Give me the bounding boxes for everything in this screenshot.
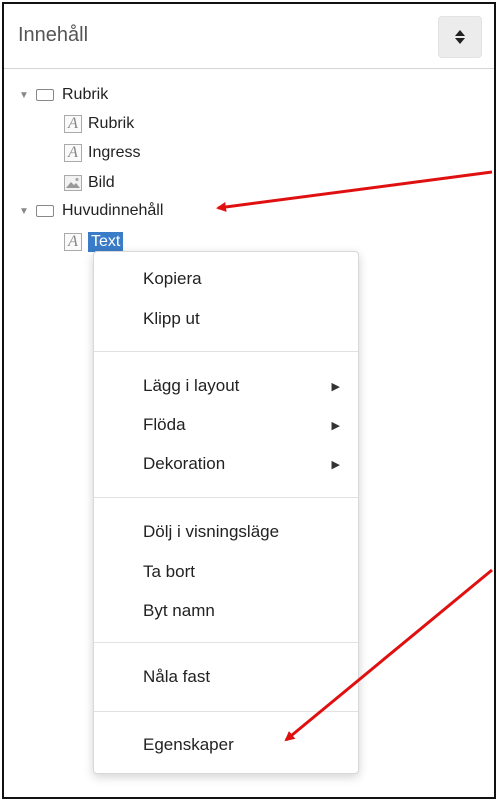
tree-node-label-selected: Text bbox=[88, 232, 124, 252]
image-icon bbox=[64, 175, 82, 191]
tree-node-label: Rubrik bbox=[88, 115, 135, 132]
menu-item-ta-bort[interactable]: Ta bort bbox=[143, 560, 340, 584]
menu-divider bbox=[94, 497, 358, 498]
menu-divider bbox=[94, 351, 358, 352]
menu-divider bbox=[94, 711, 358, 712]
tree-node-ingress-item[interactable]: A Ingress bbox=[64, 140, 140, 166]
menu-item-label: Egenskaper bbox=[143, 735, 234, 754]
context-menu: Kopiera Klipp ut Lägg i layout ▶ Flöda ▶… bbox=[93, 251, 359, 774]
panel-header: Innehåll bbox=[4, 4, 494, 69]
sort-icon bbox=[455, 30, 465, 44]
menu-item-dolj[interactable]: Dölj i visningsläge bbox=[143, 520, 340, 544]
text-element-icon: A bbox=[64, 233, 82, 251]
container-icon bbox=[36, 205, 54, 217]
menu-item-label: Ta bort bbox=[143, 562, 195, 581]
menu-item-label: Lägg i layout bbox=[143, 376, 240, 395]
menu-item-label: Flöda bbox=[143, 415, 186, 434]
menu-item-label: Byt namn bbox=[143, 601, 215, 620]
sort-button[interactable] bbox=[438, 16, 482, 58]
menu-item-egenskaper[interactable]: Egenskaper bbox=[143, 733, 340, 757]
text-element-icon: A bbox=[64, 115, 82, 133]
submenu-arrow-icon: ▶ bbox=[331, 380, 340, 393]
tree-node-label: Bild bbox=[88, 174, 115, 191]
menu-item-label: Dölj i visningsläge bbox=[143, 522, 280, 541]
menu-item-nala-fast[interactable]: Nåla fast bbox=[143, 665, 340, 689]
menu-item-label: Dekoration bbox=[143, 454, 226, 473]
tree-node-huvudinnehall-group[interactable]: ▼ Huvudinnehåll bbox=[18, 198, 163, 224]
menu-item-kopiera[interactable]: Kopiera bbox=[143, 267, 340, 291]
menu-item-floda[interactable]: Flöda ▶ bbox=[143, 413, 340, 437]
container-icon bbox=[36, 89, 54, 101]
menu-item-lagg-i-layout[interactable]: Lägg i layout ▶ bbox=[143, 374, 340, 398]
menu-item-label: Kopiera bbox=[143, 269, 202, 288]
expanded-caret-icon[interactable]: ▼ bbox=[18, 206, 30, 217]
menu-item-byt-namn[interactable]: Byt namn bbox=[143, 599, 340, 623]
tree-node-label: Huvudinnehåll bbox=[62, 202, 164, 219]
submenu-arrow-icon: ▶ bbox=[331, 419, 340, 432]
tree-node-rubrik-item[interactable]: A Rubrik bbox=[64, 111, 134, 137]
tree-node-label: Ingress bbox=[88, 144, 141, 161]
menu-divider bbox=[94, 642, 358, 643]
panel-title: Innehåll bbox=[18, 24, 89, 46]
text-element-icon: A bbox=[64, 144, 82, 162]
menu-item-label: Nåla fast bbox=[143, 667, 211, 686]
tree-node-bild-item[interactable]: Bild bbox=[64, 170, 115, 196]
submenu-arrow-icon: ▶ bbox=[331, 458, 340, 471]
menu-item-label: Klipp ut bbox=[143, 309, 200, 328]
menu-item-klipp-ut[interactable]: Klipp ut bbox=[143, 307, 340, 331]
menu-item-dekoration[interactable]: Dekoration ▶ bbox=[143, 452, 340, 476]
tree-node-label: Rubrik bbox=[62, 86, 109, 103]
tree-node-rubrik-group[interactable]: ▼ Rubrik bbox=[18, 82, 108, 108]
expanded-caret-icon[interactable]: ▼ bbox=[18, 90, 30, 101]
